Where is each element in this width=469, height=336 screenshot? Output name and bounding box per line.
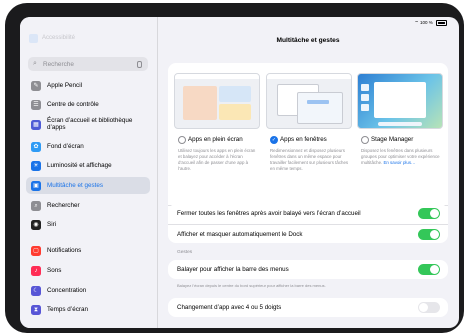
accessibility-icon <box>29 34 38 43</box>
option-label: Apps en fenêtres <box>280 136 327 143</box>
search-placeholder: Recherche <box>43 60 74 68</box>
radio-windowed[interactable]: ✓ <box>270 136 278 144</box>
sounds-icon: ♪ <box>31 266 41 276</box>
sidebar-item-multitasking[interactable]: ▣ Multitâche et gestes <box>26 177 150 194</box>
sidebar-item-label: Luminosité et affichage <box>47 162 112 169</box>
sidebar: Accessibilité ⌕ Recherche ✎ Apple Pencil… <box>20 17 158 328</box>
ipad-frame: 09:41 Mardi 1 avril ⌔ 100 % Accessibilit… <box>5 3 464 333</box>
brightness-icon: ☀ <box>31 161 41 171</box>
screen: 09:41 Mardi 1 avril ⌔ 100 % Accessibilit… <box>20 17 459 328</box>
windowed-thumbnail <box>266 73 352 129</box>
sidebar-item-label: Écran d’accueil et bibliothèque d’apps <box>47 117 133 132</box>
sidebar-item-control-center[interactable]: ☰ Centre de contrôle <box>26 96 150 113</box>
wallpaper-icon: ✿ <box>31 142 41 152</box>
close-windows-toggle[interactable] <box>418 208 440 219</box>
radio-stage-manager[interactable] <box>361 136 369 144</box>
home-screen-icon: ▦ <box>31 120 41 130</box>
sidebar-item-screen-time[interactable]: ⧗ Temps d’écran <box>26 301 150 318</box>
sidebar-item-label: Fond d’écran <box>47 143 84 150</box>
control-center-icon: ☰ <box>31 100 41 110</box>
app-switch-card: Changement d’app avec 4 ou 5 doigts <box>168 298 448 317</box>
page-title: Multitâche et gestes <box>276 37 340 44</box>
full-screen-thumbnail <box>174 73 260 129</box>
search-icon: ⌕ <box>33 60 37 67</box>
sidebar-item-apple-pencil[interactable]: ✎ Apple Pencil <box>26 77 150 94</box>
sidebar-item-label: Rechercher <box>47 202 80 209</box>
toggle-label: Afficher et masquer automatiquement le D… <box>177 230 303 238</box>
sidebar-item-wallpaper[interactable]: ✿ Fond d’écran <box>26 138 150 155</box>
stage-manager-thumbnail <box>357 73 443 129</box>
microphone-icon[interactable] <box>137 60 142 68</box>
main-panel: Multitâche et gestes Apps en plein écran… <box>157 17 459 328</box>
sidebar-item-label: Multitâche et gestes <box>47 182 104 189</box>
auto-hide-dock-toggle[interactable] <box>418 228 440 240</box>
sidebar-item-label: Siri <box>47 221 57 228</box>
menu-bar-footnote: Balayez l’écran depuis le centre du bord… <box>177 283 326 288</box>
option-stage-manager[interactable]: Stage Manager Disposez les fenêtres dans… <box>357 73 443 165</box>
toggle-row-four-five-fingers[interactable]: Changement d’app avec 4 ou 5 doigts <box>168 298 448 317</box>
toggle-row-menu-bar[interactable]: Balayer pour afficher la barre des menus <box>168 260 448 279</box>
option-label: Stage Manager <box>371 136 414 143</box>
four-five-fingers-toggle[interactable] <box>418 302 440 313</box>
screen-time-icon: ⧗ <box>31 305 41 315</box>
sidebar-item-label: Centre de contrôle <box>47 101 99 108</box>
sidebar-item-label: Notifications <box>47 247 82 254</box>
option-windowed[interactable]: ✓ Apps en fenêtres Redimensionnez et dis… <box>266 73 352 171</box>
windows-settings-card: Fermer toutes les fenêtres après avoir b… <box>168 204 448 243</box>
sidebar-item-search[interactable]: ⌕ Rechercher <box>26 197 150 214</box>
sidebar-item-label: Temps d’écran <box>47 306 88 313</box>
menu-bar-swipe-toggle[interactable] <box>418 264 440 275</box>
option-description: Disposez les fenêtres dans plusieurs gro… <box>361 148 441 166</box>
option-full-screen[interactable]: Apps en plein écran Utilisez toujours le… <box>174 73 260 171</box>
option-description: Redimensionnez et disposez plusieurs fen… <box>270 148 349 172</box>
gestures-header: Gestes <box>177 250 193 255</box>
sidebar-faded-title: Accessibilité <box>42 35 76 41</box>
menu-bar-card: Balayer pour afficher la barre des menus <box>168 260 448 279</box>
sidebar-item-focus[interactable]: ☾ Concentration <box>26 282 150 299</box>
option-label: Apps en plein écran <box>188 136 243 143</box>
toggle-label: Fermer toutes les fenêtres après avoir b… <box>177 210 361 217</box>
pencil-icon: ✎ <box>31 81 41 91</box>
notifications-icon: ▢ <box>31 246 41 256</box>
search-field[interactable]: ⌕ Recherche <box>28 57 148 71</box>
toggle-row-close-windows[interactable]: Fermer toutes les fenêtres après avoir b… <box>168 204 448 223</box>
learn-more-link[interactable]: En savoir plus… <box>383 160 415 165</box>
toggle-label: Balayer pour afficher la barre des menus <box>177 266 289 273</box>
multitasking-options-card: Apps en plein écran Utilisez toujours le… <box>168 63 448 227</box>
sidebar-item-brightness[interactable]: ☀ Luminosité et affichage <box>26 157 150 174</box>
toggle-row-auto-dock[interactable]: Afficher et masquer automatiquement le D… <box>168 223 448 244</box>
sidebar-item-home-screen[interactable]: ▦ Écran d’accueil et bibliothèque d’apps <box>26 115 150 135</box>
toggle-label: Changement d’app avec 4 ou 5 doigts <box>177 304 282 311</box>
multitasking-icon: ▣ <box>31 181 41 191</box>
focus-icon: ☾ <box>31 286 41 296</box>
sidebar-item-notifications[interactable]: ▢ Notifications <box>26 242 150 259</box>
siri-icon: ◉ <box>31 220 41 230</box>
option-description: Utilisez toujours les apps en plein écra… <box>178 148 256 172</box>
sidebar-item-label: Apple Pencil <box>47 82 83 89</box>
search-icon: ⌕ <box>31 201 41 211</box>
sidebar-item-siri[interactable]: ◉ Siri <box>26 216 150 233</box>
sidebar-item-sounds[interactable]: ♪ Sons <box>26 262 150 279</box>
sidebar-item-label: Concentration <box>47 287 87 294</box>
sidebar-item-label: Sons <box>47 267 62 274</box>
radio-full-screen[interactable] <box>178 136 186 144</box>
